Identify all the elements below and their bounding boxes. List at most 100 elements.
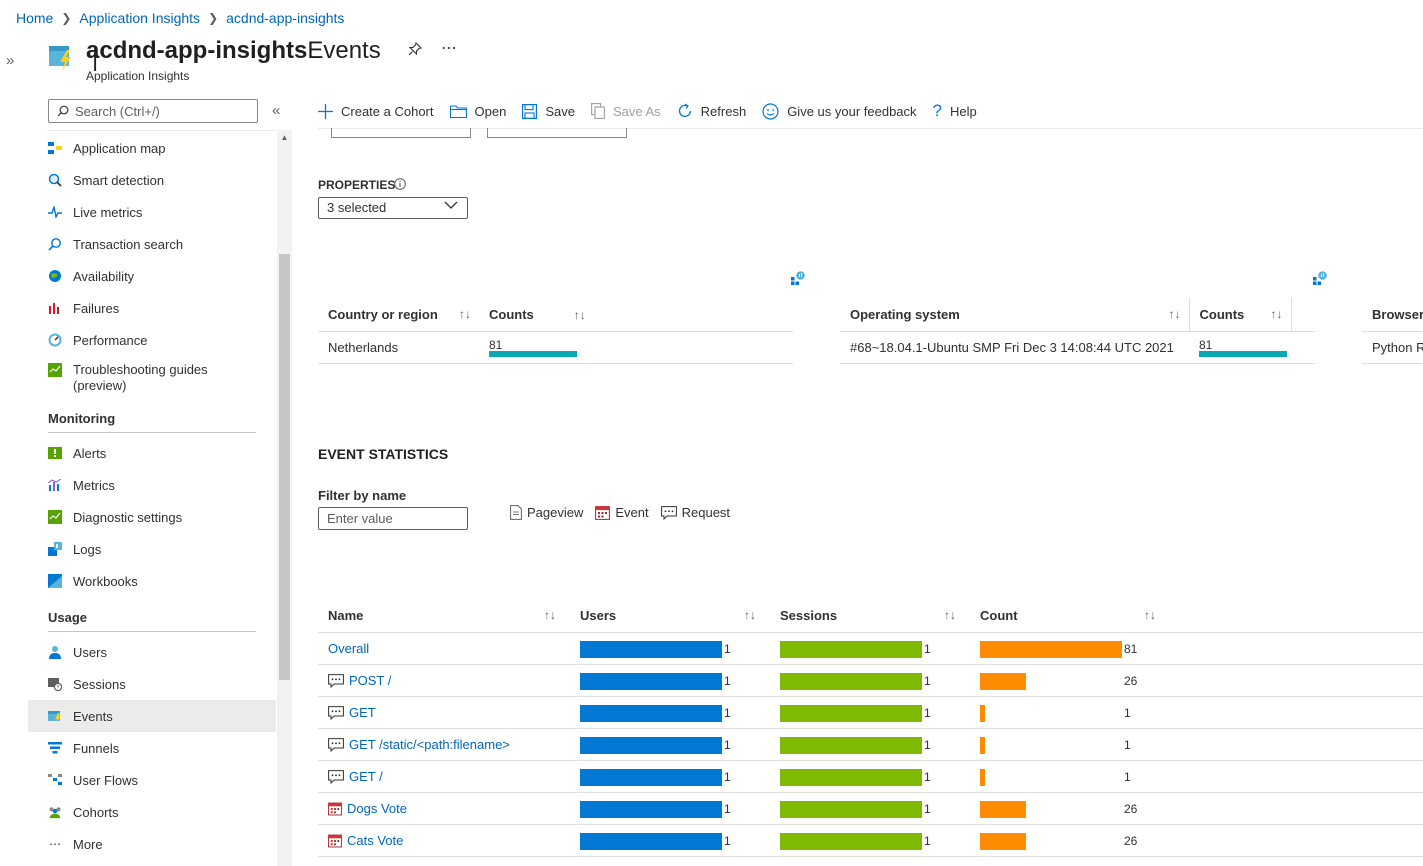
sidebar-item-live-metrics[interactable]: Live metrics	[28, 196, 276, 228]
save-icon	[522, 103, 538, 119]
sidebar-item-funnels[interactable]: Funnels	[28, 732, 276, 764]
sidebar-item-label: Availability	[73, 268, 135, 284]
table-row[interactable]: Netherlands 81	[318, 331, 793, 364]
sessions-bar	[780, 769, 922, 786]
table-row[interactable]: #68~18.04.1-Ubuntu SMP Fri Dec 3 14:08:4…	[840, 331, 1315, 364]
open-button[interactable]: Open	[449, 104, 506, 119]
collapse-sidebar-icon[interactable]: «	[272, 102, 280, 119]
sidebar-item-smart-detection[interactable]: Smart detection	[28, 164, 276, 196]
sort-icon[interactable]: ↑↓	[1271, 307, 1291, 321]
event-name-label: Overall	[328, 641, 370, 656]
event-name-label: POST /	[349, 673, 392, 688]
sidebar-item-sessions[interactable]: Sessions	[28, 668, 276, 700]
sidebar-search-input[interactable]: Search (Ctrl+/)	[48, 99, 258, 123]
table-row[interactable]: GET /static/<path:filename> 1 1 1	[318, 729, 1423, 761]
sidebar-item-workbooks[interactable]: Workbooks	[28, 565, 276, 597]
more-options-icon[interactable]: ⋯	[441, 38, 458, 58]
pin-to-dashboard-icon[interactable]	[791, 271, 805, 285]
event-calendar-icon	[328, 834, 342, 848]
table-row[interactable]: Dogs Vote 1 1 26	[318, 793, 1423, 825]
column-header-browser[interactable]: Browser	[1362, 298, 1423, 332]
count-value: 26	[1124, 802, 1138, 816]
save-button[interactable]: Save	[522, 104, 575, 119]
column-header-count[interactable]: Count	[980, 608, 1018, 623]
pin-to-dashboard-icon[interactable]	[1313, 271, 1327, 285]
table-row[interactable]: Python R	[1362, 331, 1423, 364]
scroll-up-arrow-icon[interactable]: ▲	[277, 130, 292, 146]
sidebar-item-more[interactable]: ⋯ More	[28, 828, 276, 860]
sort-icon[interactable]: ↑↓	[1144, 608, 1156, 622]
create-cohort-button[interactable]: Create a Cohort	[318, 103, 434, 119]
sidebar-item-label: Workbooks	[73, 573, 138, 589]
refresh-button[interactable]: Refresh	[677, 103, 746, 119]
column-header-name[interactable]: Name	[328, 608, 363, 623]
table-row[interactable]: GET 1 1 1	[318, 697, 1423, 729]
sidebar-item-availability[interactable]: Availability	[28, 260, 276, 292]
column-header-country[interactable]: Country or region ↑↓	[318, 298, 479, 332]
column-header-os[interactable]: Operating system ↑↓	[840, 298, 1190, 332]
column-header-counts[interactable]: Counts ↑↓	[1189, 298, 1292, 332]
sidebar-item-performance[interactable]: Performance	[28, 324, 276, 356]
sidebar-item-logs[interactable]: Logs	[28, 533, 276, 565]
sidebar-item-transaction-search[interactable]: Transaction search	[28, 228, 276, 260]
event-name-link[interactable]: GET /static/<path:filename>	[328, 737, 510, 752]
sidebar-scroll-thumb[interactable]	[279, 254, 290, 680]
event-name-link[interactable]: GET	[328, 705, 376, 720]
funnels-icon	[48, 741, 62, 755]
sidebar-item-user-flows[interactable]: User Flows	[28, 764, 276, 796]
table-row[interactable]: Overall 1 1 81	[318, 633, 1423, 665]
help-button[interactable]: ? Help	[933, 101, 977, 121]
sidebar-item-label: Failures	[73, 300, 120, 316]
sidebar-item-events[interactable]: Events	[28, 700, 276, 732]
sidebar-item-failures[interactable]: Failures	[28, 292, 276, 324]
sidebar-item-metrics[interactable]: Metrics	[28, 469, 276, 501]
users-value: 1	[724, 738, 731, 752]
sidebar-item-alerts[interactable]: Alerts	[28, 437, 276, 469]
sidebar-item-troubleshooting-guides[interactable]: Troubleshooting guides (preview)	[28, 356, 276, 398]
os-cell: #68~18.04.1-Ubuntu SMP Fri Dec 3 14:08:4…	[840, 331, 1189, 364]
table-row[interactable]: Cats Vote 1 1 26	[318, 825, 1423, 857]
breadcrumb-app-insights-link[interactable]: Application Insights	[79, 10, 200, 26]
table-row[interactable]: GET / 1 1 1	[318, 761, 1423, 793]
save-as-button[interactable]: Save As	[591, 103, 661, 119]
column-header-users[interactable]: Users	[580, 608, 616, 623]
column-header-counts[interactable]: Counts ↑↓	[479, 298, 793, 332]
users-bar	[580, 673, 722, 690]
event-name-link[interactable]: Cats Vote	[328, 833, 403, 848]
sidebar-item-diagnostic-settings[interactable]: Diagnostic settings	[28, 501, 276, 533]
sort-icon[interactable]: ↑↓	[1169, 307, 1189, 321]
sidebar-item-application-map[interactable]: Application map	[28, 132, 276, 164]
sidebar-item-label: Smart detection	[73, 172, 165, 188]
more-dots-icon: ⋯	[49, 837, 61, 851]
table-row[interactable]: POST / 1 1 26	[318, 665, 1423, 697]
sessions-value: 1	[924, 770, 931, 784]
sidebar-item-label: Diagnostic settings	[73, 509, 183, 525]
info-icon[interactable]	[394, 178, 406, 190]
feedback-button[interactable]: Give us your feedback	[762, 102, 917, 120]
sort-icon[interactable]: ↑↓	[744, 608, 756, 622]
legend-pageview: Pageview	[510, 505, 583, 520]
sort-icon[interactable]: ↑↓	[574, 308, 594, 322]
sort-icon[interactable]: ↑↓	[459, 307, 479, 321]
users-bar	[580, 833, 722, 850]
event-name-link[interactable]: Overall	[328, 641, 369, 656]
sidebar-group-usage: Usage	[48, 610, 88, 625]
breadcrumb-home-link[interactable]: Home	[16, 10, 53, 26]
breadcrumb-resource-link[interactable]: acdnd-app-insights	[226, 10, 344, 26]
pin-icon[interactable]	[408, 42, 422, 56]
sort-icon[interactable]: ↑↓	[944, 608, 956, 622]
expand-menu-icon[interactable]: »	[6, 52, 14, 69]
event-name-link[interactable]: Dogs Vote	[328, 801, 407, 816]
count-value: 26	[1124, 834, 1138, 848]
sort-icon[interactable]: ↑↓	[544, 608, 556, 622]
users-value: 1	[724, 706, 731, 720]
search-icon	[57, 105, 69, 117]
sidebar-item-users[interactable]: Users	[28, 636, 276, 668]
filter-by-name-input[interactable]: Enter value	[318, 507, 468, 530]
column-header-sessions[interactable]: Sessions	[780, 608, 837, 623]
event-name-link[interactable]: POST /	[328, 673, 391, 688]
users-value: 1	[724, 802, 731, 816]
sidebar-item-cohorts[interactable]: Cohorts	[28, 796, 276, 828]
event-name-link[interactable]: GET /	[328, 769, 383, 784]
performance-icon	[48, 333, 62, 347]
